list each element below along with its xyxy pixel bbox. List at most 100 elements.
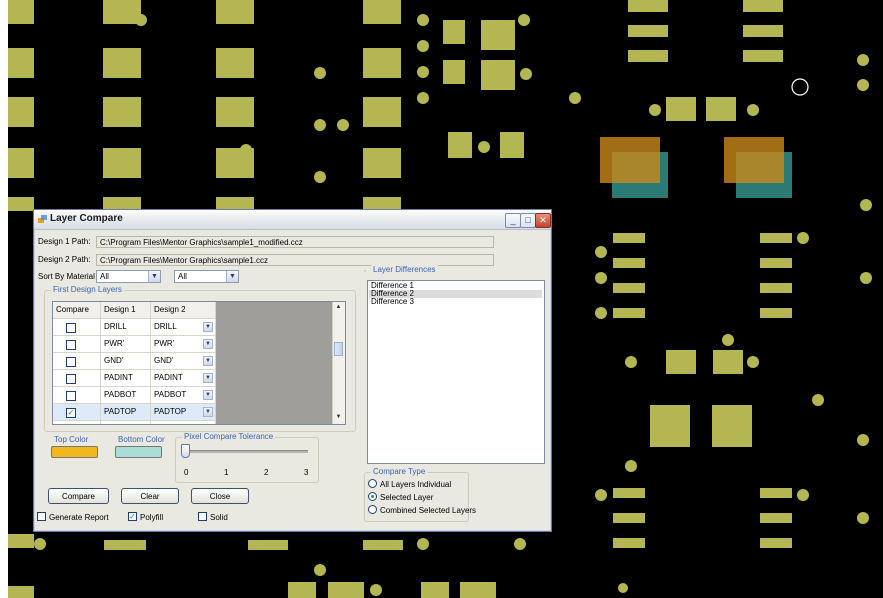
design1-cell[interactable]: MASKBT bbox=[101, 421, 151, 424]
design2-value: PADBOT bbox=[154, 390, 187, 399]
design1-cell[interactable]: PADBOT bbox=[101, 387, 151, 404]
difference-item[interactable]: Difference 3 bbox=[369, 298, 542, 306]
compare-type-group: Compare Type All Layers Individual Selec… bbox=[364, 467, 476, 522]
maximize-button[interactable]: □ bbox=[520, 213, 536, 228]
chevron-down-icon[interactable]: ▼ bbox=[203, 356, 213, 366]
sort-material-combo-2[interactable]: All ▼ bbox=[174, 270, 239, 283]
compare-cell[interactable] bbox=[53, 353, 101, 370]
design2-path-label: Design 2 Path: bbox=[38, 255, 91, 264]
compare-type-title: Compare Type bbox=[371, 467, 428, 476]
sort-material-combo-1-value: All bbox=[100, 272, 109, 281]
compare-cell[interactable] bbox=[53, 370, 101, 387]
compare-checkbox[interactable] bbox=[66, 323, 76, 333]
design1-cell[interactable]: PWR' bbox=[101, 336, 151, 353]
compare-checkbox[interactable] bbox=[66, 357, 76, 367]
chevron-down-icon[interactable]: ▼ bbox=[226, 271, 238, 282]
compare-cell[interactable] bbox=[53, 319, 101, 336]
layer-row[interactable]: MASKBTMASKBT ▼ bbox=[53, 421, 220, 425]
window-title: Layer Compare bbox=[50, 213, 123, 224]
chevron-down-icon[interactable]: ▼ bbox=[203, 322, 213, 332]
check-icon[interactable]: ✓ bbox=[66, 408, 76, 418]
first-design-layers-title: First Design Layers bbox=[51, 285, 124, 294]
compare-cell[interactable] bbox=[53, 336, 101, 353]
chevron-down-icon[interactable]: ▼ bbox=[203, 339, 213, 349]
close-button[interactable]: Close bbox=[191, 488, 249, 504]
bottom-color-label: Bottom Color bbox=[118, 435, 165, 444]
sort-material-combo-2-value: All bbox=[178, 272, 187, 281]
grid-header-2[interactable]: Design 2 bbox=[151, 302, 216, 319]
chevron-down-icon[interactable]: ▼ bbox=[203, 390, 213, 400]
tick-label-1: 1 bbox=[224, 468, 229, 477]
chevron-down-icon[interactable]: ▼ bbox=[203, 424, 213, 425]
polyfill-checkbox[interactable]: ✓ bbox=[128, 512, 137, 521]
scroll-thumb[interactable] bbox=[334, 342, 343, 356]
top-color-swatch[interactable] bbox=[51, 446, 98, 458]
tolerance-slider-thumb[interactable] bbox=[181, 444, 190, 458]
design2-value: MASKBT bbox=[154, 424, 187, 425]
layer-differences-title: Layer Differences bbox=[371, 265, 438, 274]
layer-row[interactable]: PADBOT PADBOT ▼ bbox=[53, 387, 220, 404]
clear-button[interactable]: Clear bbox=[121, 488, 179, 504]
compare-cell[interactable] bbox=[53, 421, 101, 424]
design2-combo-cell[interactable]: PADTOP ▼ bbox=[151, 404, 216, 421]
layer-differences-list[interactable]: Difference 1 Difference 2 Difference 3 bbox=[367, 280, 545, 464]
layer-row[interactable]: GND' GND' ▼ bbox=[53, 353, 220, 370]
layer-row[interactable]: DRILL DRILL ▼ bbox=[53, 319, 220, 336]
chevron-down-icon[interactable]: ▼ bbox=[203, 373, 213, 383]
grid-header-row: Compare Design 1 Design 2 bbox=[53, 302, 220, 319]
grid-header-0[interactable]: Compare bbox=[53, 302, 101, 319]
chevron-down-icon[interactable]: ▼ bbox=[148, 271, 160, 282]
solid-checkbox[interactable] bbox=[198, 512, 207, 521]
compare-button[interactable]: Compare bbox=[48, 488, 109, 504]
generate-report-checkbox[interactable] bbox=[37, 512, 46, 521]
tick-label-3: 3 bbox=[304, 468, 309, 477]
radio-combined-selected-layers[interactable] bbox=[368, 505, 377, 514]
layer-row[interactable]: PADINT PADINT ▼ bbox=[53, 370, 220, 387]
bottom-color-swatch[interactable] bbox=[115, 446, 162, 458]
sort-material-combo-1[interactable]: All ▼ bbox=[96, 270, 161, 283]
grid-vertical-scrollbar[interactable]: ▲ ▼ bbox=[332, 302, 345, 424]
design1-cell[interactable]: GND' bbox=[101, 353, 151, 370]
layer-row[interactable]: ✓ PADTOP PADTOP ▼ bbox=[53, 404, 220, 421]
design2-combo-cell[interactable]: PADBOT ▼ bbox=[151, 387, 216, 404]
sort-by-material-label: Sort By Material bbox=[38, 272, 95, 281]
generate-report-label: Generate Report bbox=[49, 513, 109, 522]
design1-cell[interactable]: PADTOP bbox=[101, 404, 151, 421]
compare-cell[interactable]: ✓ bbox=[53, 404, 101, 421]
pixel-tolerance-group: Pixel Compare Tolerance 0 1 2 3 bbox=[175, 432, 319, 483]
scroll-up-arrow-icon[interactable]: ▲ bbox=[333, 302, 344, 313]
layer-row[interactable]: PWR' PWR' ▼ bbox=[53, 336, 220, 353]
chevron-down-icon[interactable]: ▼ bbox=[203, 407, 213, 417]
design1-cell[interactable]: PADINT bbox=[101, 370, 151, 387]
design2-combo-cell[interactable]: PWR' ▼ bbox=[151, 336, 216, 353]
pixel-tolerance-title: Pixel Compare Tolerance bbox=[182, 432, 276, 441]
design2-value: DRILL bbox=[154, 322, 177, 331]
minimize-button[interactable]: _ bbox=[505, 213, 521, 228]
design2-value: PADTOP bbox=[154, 407, 187, 416]
design2-combo-cell[interactable]: PADINT ▼ bbox=[151, 370, 216, 387]
compare-checkbox[interactable] bbox=[66, 340, 76, 350]
grid-header-1[interactable]: Design 1 bbox=[101, 302, 151, 319]
design2-value: GND' bbox=[154, 356, 174, 365]
design2-value: PADINT bbox=[154, 373, 183, 382]
tolerance-slider-track[interactable] bbox=[184, 450, 308, 453]
tick-label-2: 2 bbox=[264, 468, 269, 477]
radio-all-layers-individual[interactable] bbox=[368, 479, 377, 488]
layer-compare-window: Layer Compare _ □ ✕ Design 1 Path: C:\Pr… bbox=[33, 209, 552, 532]
design1-path-field[interactable]: C:\Program Files\Mentor Graphics\sample1… bbox=[96, 236, 494, 248]
layers-grid[interactable]: Compare Design 1 Design 2 DRILL DRILL ▼ PWR' PW… bbox=[52, 301, 346, 425]
scroll-down-arrow-icon[interactable]: ▼ bbox=[333, 412, 344, 423]
design2-combo-cell[interactable]: GND' ▼ bbox=[151, 353, 216, 370]
close-window-button[interactable]: ✕ bbox=[535, 213, 551, 228]
design2-combo-cell[interactable]: MASKBT ▼ bbox=[151, 421, 216, 425]
design2-value: PWR' bbox=[154, 339, 175, 348]
design1-cell[interactable]: DRILL bbox=[101, 319, 151, 336]
top-color-label: Top Color bbox=[54, 435, 89, 444]
title-bar[interactable]: Layer Compare _ □ ✕ bbox=[34, 210, 551, 230]
compare-checkbox[interactable] bbox=[66, 391, 76, 401]
compare-checkbox[interactable] bbox=[66, 374, 76, 384]
solid-label: Solid bbox=[210, 513, 228, 522]
compare-cell[interactable] bbox=[53, 387, 101, 404]
radio-selected-layer[interactable] bbox=[368, 492, 377, 501]
design2-combo-cell[interactable]: DRILL ▼ bbox=[151, 319, 216, 336]
